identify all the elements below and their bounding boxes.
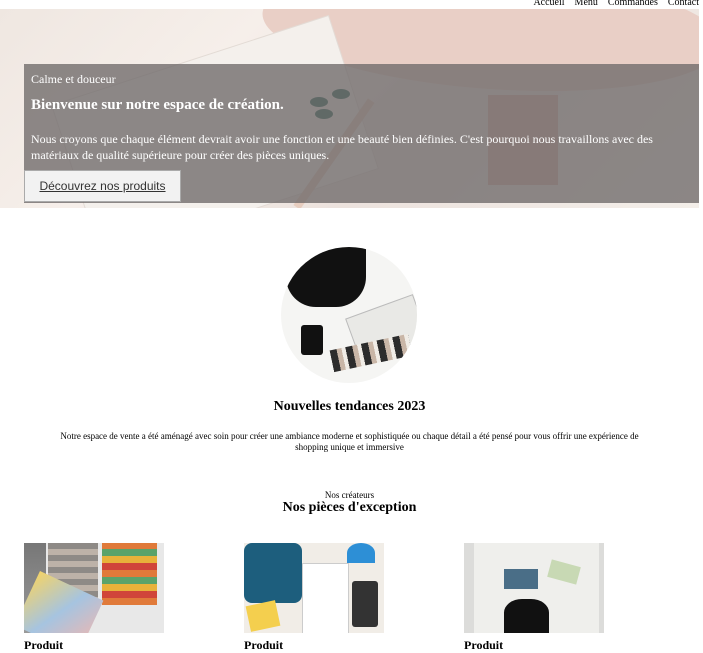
nav-accueil[interactable]: Accueil xyxy=(533,0,564,9)
trends-image-person xyxy=(286,247,366,307)
discover-products-button[interactable]: Découvrez nos produits xyxy=(24,170,181,202)
nav-menu[interactable]: Menu xyxy=(575,0,598,9)
trends-description: Notre espace de vente a été aménagé avec… xyxy=(60,431,639,452)
product-caption: Produit xyxy=(24,638,64,652)
product-caption: Produit xyxy=(464,638,504,652)
hero-banner: Calme et douceur Bienvenue sur notre esp… xyxy=(0,9,699,208)
product-caption: Produit xyxy=(244,638,284,652)
section-kicker: Nos créateurs xyxy=(324,490,375,500)
top-nav: Accueil Menu Commandes Contact xyxy=(533,0,699,9)
product-image-detail xyxy=(504,599,549,633)
product-image[interactable] xyxy=(24,543,164,633)
hero-text: Nous croyons que chaque élément devrait … xyxy=(31,132,653,162)
product-image-detail xyxy=(347,543,375,563)
product-image-detail xyxy=(352,581,378,627)
trends-title: Nouvelles tendances 2023 xyxy=(273,399,426,414)
product-image-detail xyxy=(302,563,349,633)
product-image-detail xyxy=(244,543,302,603)
product-image-detail xyxy=(504,569,538,589)
section-title: Nos pièces d'exception xyxy=(282,500,417,515)
product-image[interactable] xyxy=(244,543,384,633)
hero-kicker: Calme et douceur xyxy=(31,72,116,86)
nav-contact[interactable]: Contact xyxy=(668,0,699,9)
hero-title: Bienvenue sur notre espace de création. xyxy=(31,97,284,113)
trends-image-cup xyxy=(301,325,323,355)
product-image-detail xyxy=(102,543,157,605)
product-image[interactable] xyxy=(464,543,604,633)
product-image-detail xyxy=(245,600,281,632)
hero-overlay: Calme et douceur Bienvenue sur notre esp… xyxy=(24,64,699,203)
nav-commandes[interactable]: Commandes xyxy=(608,0,658,9)
trends-image xyxy=(281,247,417,383)
